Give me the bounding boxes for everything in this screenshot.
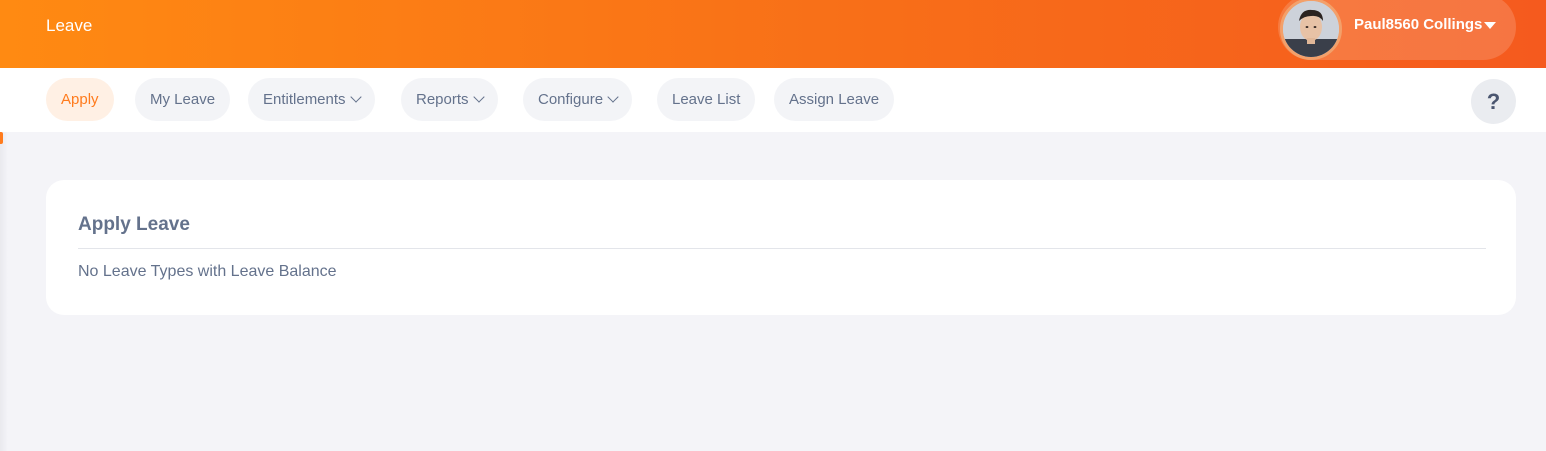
apply-leave-card: Apply Leave No Leave Types with Leave Ba… bbox=[46, 180, 1516, 315]
help-button[interactable]: ? bbox=[1471, 79, 1516, 124]
user-photo-icon bbox=[1283, 1, 1339, 57]
help-icon: ? bbox=[1486, 89, 1501, 114]
tab-reports[interactable]: Reports bbox=[401, 78, 498, 121]
tab-apply[interactable]: Apply bbox=[46, 78, 114, 121]
card-title: Apply Leave bbox=[78, 214, 190, 235]
tab-entitlements[interactable]: Entitlements bbox=[248, 78, 375, 121]
tab-label: Assign Leave bbox=[789, 91, 880, 108]
user-name: Paul8560 Collings bbox=[1354, 16, 1483, 33]
caret-down-icon[interactable] bbox=[1484, 22, 1496, 29]
tab-assign-leave[interactable]: Assign Leave bbox=[774, 78, 895, 121]
divider bbox=[78, 248, 1486, 249]
empty-message: No Leave Types with Leave Balance bbox=[78, 263, 337, 280]
module-title: Leave bbox=[46, 16, 93, 35]
chevron-down-icon bbox=[607, 91, 619, 103]
tab-label: Entitlements bbox=[263, 91, 346, 108]
tab-label: Reports bbox=[416, 91, 469, 108]
tab-label: Leave List bbox=[672, 91, 741, 108]
tab-label: My Leave bbox=[150, 91, 216, 108]
user-menu[interactable]: Paul8560 Collings bbox=[1278, 0, 1516, 60]
tab-label: Apply bbox=[61, 91, 99, 108]
top-nav: Apply My Leave Entitlements Reports Conf… bbox=[0, 68, 1546, 132]
tab-my-leave[interactable]: My Leave bbox=[135, 78, 231, 121]
avatar bbox=[1280, 0, 1342, 60]
tab-label: Configure bbox=[538, 91, 604, 108]
tab-leave-list[interactable]: Leave List bbox=[657, 78, 756, 121]
tab-configure[interactable]: Configure bbox=[523, 78, 633, 121]
chevron-down-icon bbox=[472, 91, 485, 103]
chevron-down-icon bbox=[349, 91, 362, 103]
sidebar-collapse-marker[interactable] bbox=[0, 132, 3, 144]
top-header: Leave Paul8560 Collings bbox=[0, 0, 1546, 68]
